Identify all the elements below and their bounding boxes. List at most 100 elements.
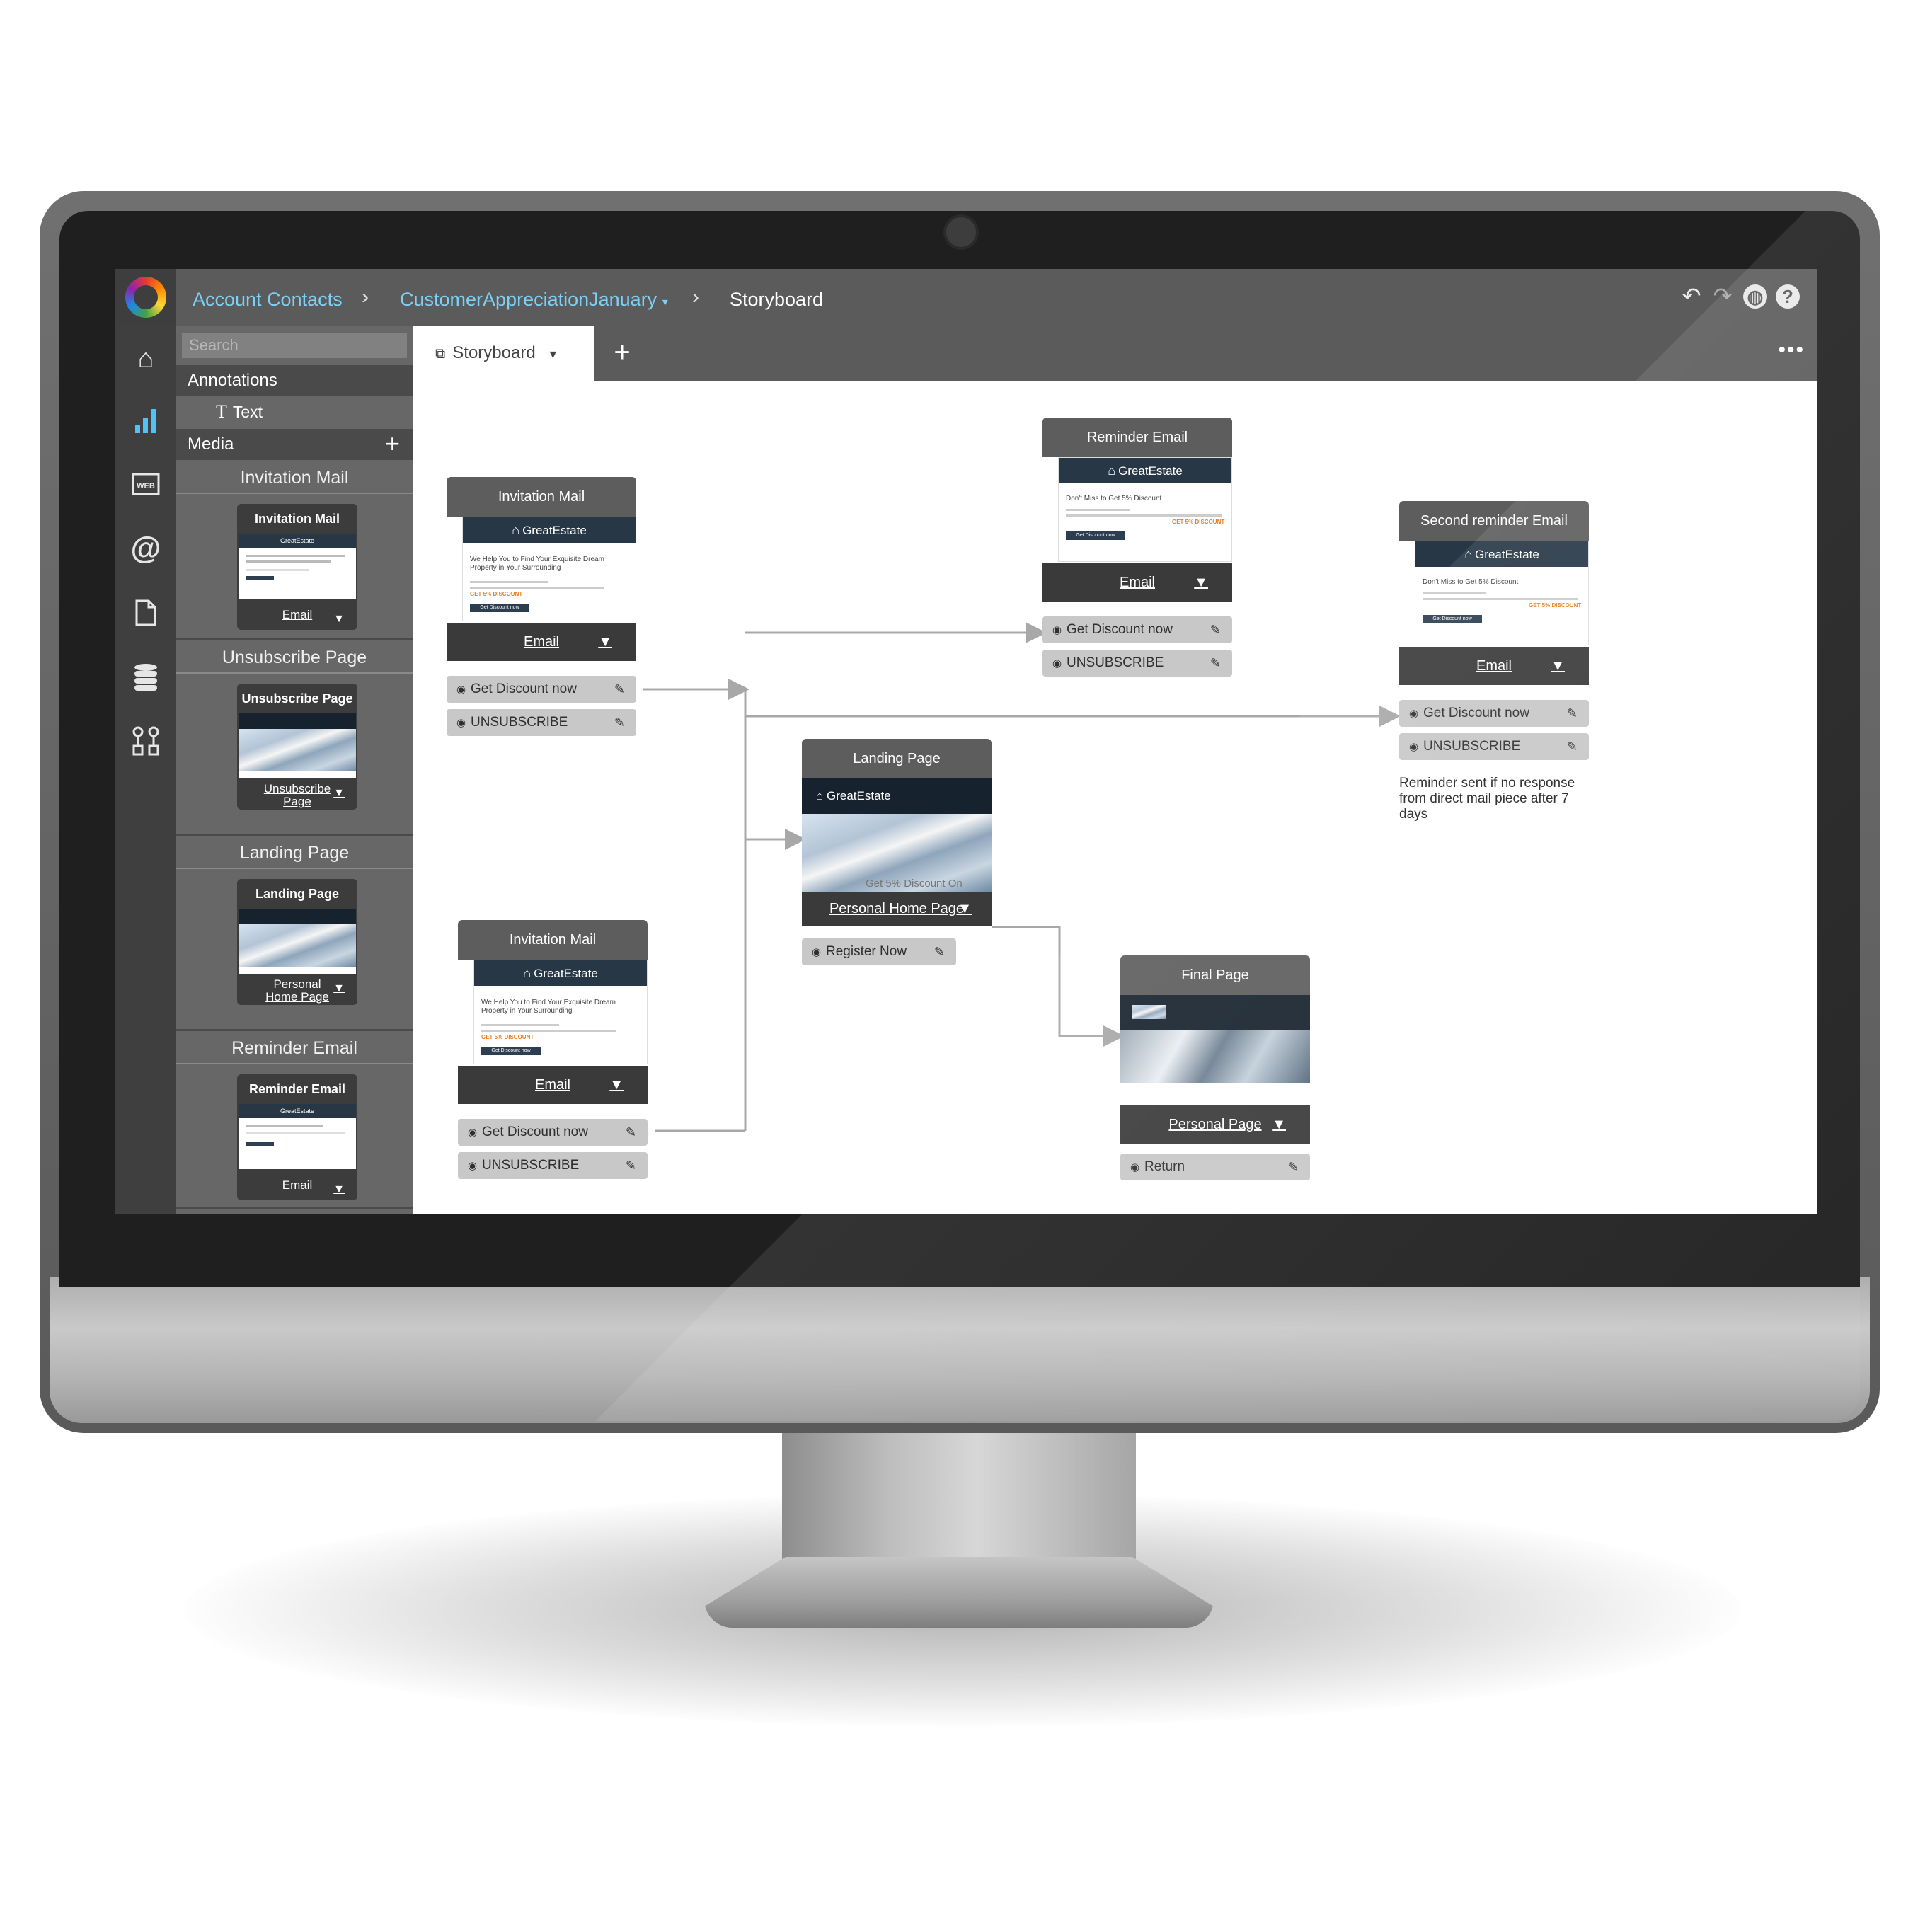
link-unsubscribe[interactable]: ◉ UNSUBSCRIBE ✎ bbox=[1399, 733, 1589, 760]
link-unsubscribe[interactable]: ◉ UNSUBSCRIBE ✎ bbox=[458, 1152, 648, 1179]
at-icon[interactable]: @ bbox=[115, 524, 176, 573]
link-label: Return bbox=[1144, 1159, 1185, 1174]
category-unsubscribe-page[interactable]: Unsubscribe Page bbox=[176, 641, 413, 674]
media-thumb-unsubscribe-page[interactable]: Unsubscribe Page Unsubscribe Page ▼ bbox=[237, 684, 357, 810]
breadcrumb-account-contacts[interactable]: Account Contacts bbox=[193, 269, 343, 326]
thumb-page-header bbox=[239, 713, 356, 729]
help-icon[interactable]: ? bbox=[1776, 284, 1800, 309]
caret-down-icon[interactable]: ▼ bbox=[609, 1066, 624, 1104]
node-footer[interactable]: Email ▼ bbox=[1042, 563, 1232, 602]
eye-icon: ◉ bbox=[456, 717, 466, 729]
undo-icon[interactable]: ↶ bbox=[1677, 282, 1706, 310]
svg-text:WEB: WEB bbox=[137, 482, 155, 490]
breadcrumb-campaign[interactable]: CustomerAppreciationJanuary ▾ bbox=[400, 269, 668, 326]
node-type: Personal Page bbox=[1168, 1117, 1262, 1132]
thumb-line bbox=[246, 560, 331, 563]
edit-icon[interactable]: ✎ bbox=[1288, 1154, 1299, 1180]
thumb-button bbox=[246, 576, 274, 580]
caret-down-icon[interactable]: ▼ bbox=[958, 892, 972, 926]
analytics-icon[interactable] bbox=[115, 396, 176, 446]
chevron-right-icon: › bbox=[692, 285, 699, 309]
category-landing-page[interactable]: Landing Page bbox=[176, 836, 413, 869]
category-reminder-email[interactable]: Reminder Email bbox=[176, 1032, 413, 1064]
caret-down-icon[interactable]: ▼ bbox=[547, 349, 558, 361]
edit-icon[interactable]: ✎ bbox=[614, 676, 625, 703]
link-get-discount[interactable]: ◉ Get Discount now ✎ bbox=[447, 676, 636, 703]
caret-down-icon[interactable]: ▼ bbox=[598, 623, 612, 661]
link-unsubscribe[interactable]: ◉ UNSUBSCRIBE ✎ bbox=[1042, 650, 1232, 677]
link-unsubscribe[interactable]: ◉ UNSUBSCRIBE ✎ bbox=[447, 709, 636, 736]
edit-icon[interactable]: ✎ bbox=[1567, 700, 1578, 727]
media-thumb-invitation-mail[interactable]: Invitation Mail GreatEstate Email ▼ bbox=[237, 504, 357, 630]
category-invitation-mail[interactable]: Invitation Mail bbox=[176, 461, 413, 494]
text-line bbox=[1423, 592, 1486, 594]
link-label: Get Discount now bbox=[1067, 622, 1173, 637]
email-cta-button: Get Discount now bbox=[1423, 615, 1482, 623]
node-footer[interactable]: Email ▼ bbox=[458, 1066, 648, 1104]
link-register-now[interactable]: ◉ Register Now ✎ bbox=[802, 938, 956, 965]
app-logo[interactable] bbox=[115, 269, 176, 326]
link-return[interactable]: ◉ Return ✎ bbox=[1120, 1154, 1310, 1180]
media-header-label: Media bbox=[188, 435, 234, 454]
document-icon[interactable] bbox=[115, 589, 176, 638]
edit-icon[interactable]: ✎ bbox=[1210, 616, 1221, 643]
storyboard-canvas[interactable]: Invitation Mail ⌂ GreatEstate We Help You… bbox=[413, 381, 1817, 1214]
thumb-brand: GreatEstate bbox=[239, 1104, 356, 1118]
thumb-line bbox=[246, 1132, 345, 1134]
node-footer[interactable]: Personal Page ▼ bbox=[1120, 1105, 1310, 1144]
edit-icon[interactable]: ✎ bbox=[1567, 733, 1578, 760]
redo-icon[interactable]: ↷ bbox=[1708, 282, 1737, 310]
node-footer[interactable]: Personal Home Page ▼ bbox=[802, 892, 992, 926]
home-icon[interactable]: ⌂ bbox=[115, 334, 176, 384]
caret-down-icon[interactable]: ▼ bbox=[333, 787, 345, 800]
link-label: Get Discount now bbox=[1423, 706, 1529, 720]
caret-down-icon[interactable]: ▼ bbox=[333, 607, 345, 630]
brand-name: GreatEstate bbox=[827, 789, 891, 803]
add-tab-button[interactable]: + bbox=[608, 326, 636, 381]
add-media-icon[interactable]: + bbox=[385, 429, 400, 459]
thumb-email-preview: GreatEstate bbox=[239, 534, 356, 599]
database-icon[interactable] bbox=[115, 652, 176, 702]
text-line bbox=[1066, 509, 1130, 511]
caret-down-icon[interactable]: ▼ bbox=[1272, 1105, 1286, 1144]
email-headline: We Help You to Find Your Exquisite Dream… bbox=[470, 556, 604, 572]
page-header: ⌂ GreatEstate bbox=[802, 778, 992, 814]
edit-icon[interactable]: ✎ bbox=[934, 938, 945, 965]
workflow-icon[interactable] bbox=[115, 716, 176, 766]
node-type: Email bbox=[523, 634, 559, 650]
link-get-discount[interactable]: ◉ Get Discount now ✎ bbox=[1399, 700, 1589, 727]
brand-banner: ⌂ GreatEstate bbox=[474, 960, 647, 986]
email-headline: Don't Miss to Get 5% Discount bbox=[1066, 495, 1162, 502]
link-get-discount[interactable]: ◉ Get Discount now ✎ bbox=[458, 1119, 648, 1146]
text-line bbox=[481, 1030, 616, 1032]
camera-icon bbox=[943, 214, 979, 250]
email-cta-button: Get Discount now bbox=[481, 1047, 541, 1055]
page-hero-image bbox=[1120, 1030, 1310, 1083]
node-footer[interactable]: Email ▼ bbox=[1399, 647, 1589, 685]
globe-icon[interactable]: ◍ bbox=[1743, 284, 1767, 309]
thumb-footer-label: Email bbox=[282, 1178, 313, 1192]
edit-icon[interactable]: ✎ bbox=[614, 709, 625, 736]
thumb-line bbox=[246, 1125, 323, 1127]
node-title: Invitation Mail bbox=[447, 477, 636, 517]
web-icon[interactable]: WEB bbox=[115, 460, 176, 510]
caret-down-icon[interactable]: ▼ bbox=[333, 1178, 345, 1200]
media-header[interactable]: Media + bbox=[176, 429, 413, 460]
annotations-header[interactable]: Annotations bbox=[176, 365, 413, 396]
node-footer[interactable]: Email ▼ bbox=[447, 623, 636, 661]
annotation-text-item[interactable]: T Text bbox=[176, 398, 413, 426]
search-input[interactable]: Search bbox=[182, 333, 407, 358]
caret-down-icon[interactable]: ▼ bbox=[1194, 563, 1208, 602]
edit-icon[interactable]: ✎ bbox=[626, 1152, 636, 1179]
logo-ring-icon bbox=[125, 277, 166, 318]
edit-icon[interactable]: ✎ bbox=[1210, 650, 1221, 677]
media-thumb-reminder-email[interactable]: Reminder Email GreatEstate Email ▼ bbox=[237, 1074, 357, 1200]
link-get-discount[interactable]: ◉ Get Discount now ✎ bbox=[1042, 616, 1232, 643]
media-thumb-landing-page[interactable]: Landing Page Personal Home Page ▼ bbox=[237, 879, 357, 1005]
more-options-icon[interactable]: ••• bbox=[1778, 326, 1805, 381]
tab-storyboard[interactable]: ⧉ Storyboard ▼ bbox=[413, 326, 594, 381]
house-icon: ⌂ bbox=[512, 523, 520, 537]
caret-down-icon[interactable]: ▼ bbox=[1551, 647, 1565, 685]
edit-icon[interactable]: ✎ bbox=[626, 1119, 636, 1146]
caret-down-icon[interactable]: ▼ bbox=[333, 982, 345, 995]
